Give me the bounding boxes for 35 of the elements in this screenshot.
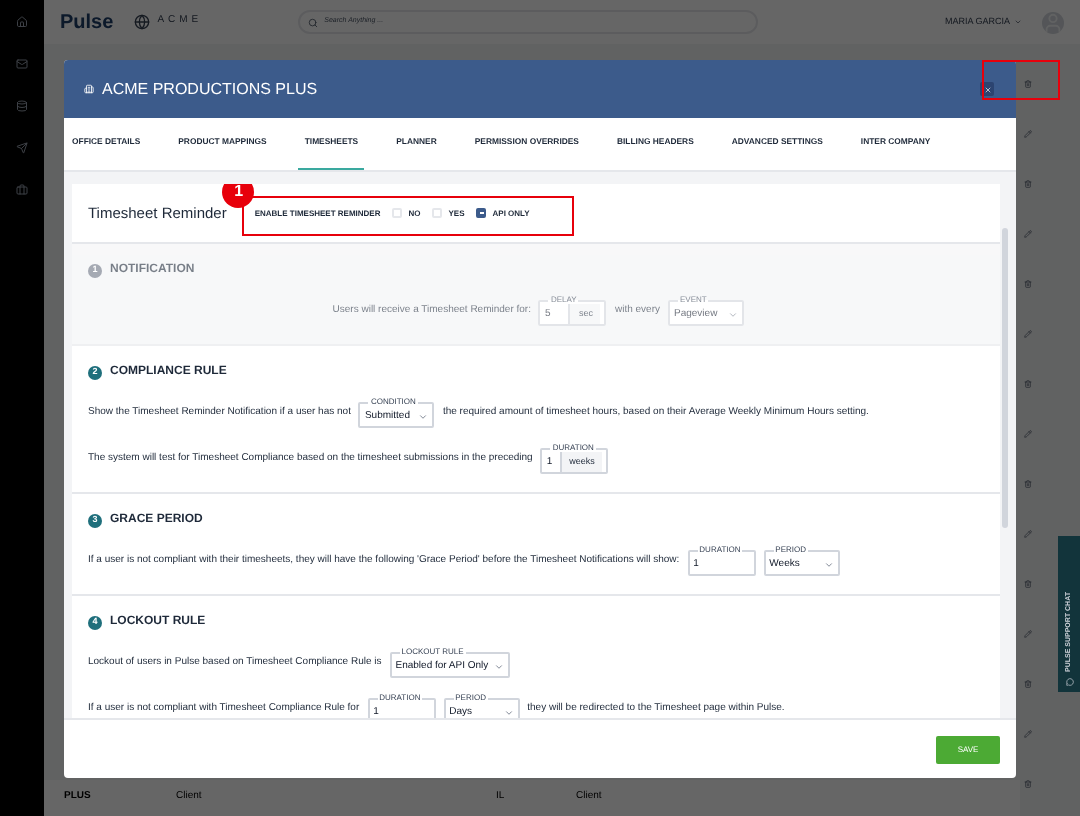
sidebar-nav-icon[interactable] — [16, 142, 28, 154]
trash-icon[interactable] — [1024, 480, 1032, 488]
trash-icon[interactable] — [1024, 380, 1032, 388]
edit-icon[interactable] — [1024, 430, 1032, 438]
highlight-frame — [982, 60, 1060, 100]
trash-icon[interactable] — [1024, 80, 1032, 88]
chevron-down-icon — [728, 309, 738, 319]
edit-icon[interactable] — [1024, 330, 1032, 338]
building-icon — [84, 84, 94, 94]
chevron-down-icon — [503, 707, 514, 717]
edit-icon[interactable] — [1024, 130, 1032, 138]
edit-icon[interactable] — [1024, 230, 1032, 238]
trash-icon[interactable] — [1024, 180, 1032, 188]
modal-title: ACME PRODUCTIONS PLUS — [102, 77, 318, 101]
trash-icon[interactable] — [1024, 280, 1032, 288]
sidebar-nav-icon[interactable] — [16, 184, 28, 196]
chat-icon — [1065, 678, 1073, 686]
search-icon — [308, 17, 319, 27]
edit-icon[interactable] — [1024, 630, 1032, 638]
chevron-down-icon — [494, 661, 505, 671]
sidebar-nav-icon[interactable] — [16, 16, 28, 28]
callout-badge: 1 — [222, 184, 255, 207]
trash-icon[interactable] — [1024, 780, 1032, 788]
radio-option[interactable] — [476, 208, 487, 218]
trash-icon[interactable] — [1024, 580, 1032, 588]
scrollbar[interactable] — [1002, 228, 1008, 528]
trash-icon[interactable] — [1024, 680, 1032, 688]
sidebar-nav-icon[interactable] — [16, 100, 28, 112]
logo: Pulse — [60, 9, 114, 37]
edit-icon[interactable] — [1024, 730, 1032, 738]
globe-icon — [133, 14, 150, 30]
chevron-down-icon — [823, 559, 834, 569]
sidebar-nav-icon[interactable] — [16, 58, 28, 70]
edit-icon[interactable] — [1024, 530, 1032, 538]
chevron-down-icon — [418, 411, 429, 421]
